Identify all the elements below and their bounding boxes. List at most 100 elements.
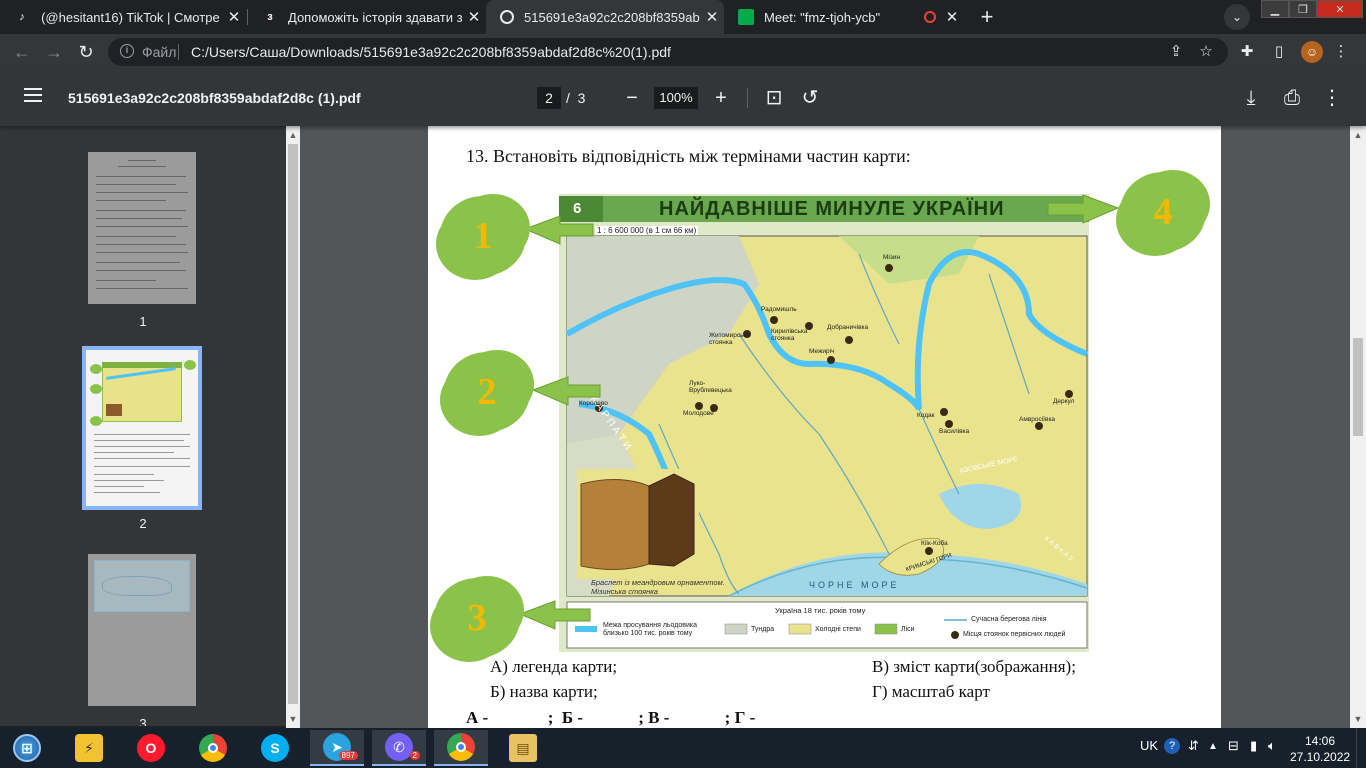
reload-button[interactable]: ↻ (74, 40, 98, 64)
option-v: В) зміст карти(зображання); (872, 657, 1076, 676)
tab-tiktok[interactable]: ♪ (@hesitant16) TikTok | Смотре ✕ (0, 0, 246, 34)
callout-cloud-2: 2 (444, 352, 530, 432)
taskbar-opera[interactable]: O (124, 730, 178, 766)
language-indicator[interactable]: UK (1140, 738, 1158, 753)
taskbar-hamster[interactable]: ⚡ (62, 730, 116, 766)
taskbar-skype[interactable]: S (248, 730, 302, 766)
new-tab-button[interactable]: + (973, 4, 1001, 30)
taskbar-explorer[interactable]: ▤ (496, 730, 550, 766)
thumbnail-label-2: 2 (139, 516, 147, 531)
question-title: 13. Встановіть відповідність між терміна… (466, 146, 911, 166)
close-window-button[interactable]: ✕ (1317, 0, 1363, 18)
back-button[interactable]: ← (10, 40, 34, 64)
taskbar-chrome-active[interactable] (434, 730, 488, 766)
answer-line: А - ; Б - ; В - ; Г - (466, 708, 756, 727)
close-icon[interactable]: ✕ (462, 8, 486, 26)
scroll-up-icon[interactable]: ▲ (1350, 128, 1366, 142)
file-explorer-icon: ▤ (509, 734, 537, 762)
side-panel-icon[interactable]: ▯ (1269, 42, 1289, 62)
viber-badge: 2 (409, 751, 420, 760)
close-icon[interactable]: ✕ (222, 8, 246, 26)
tab-meet[interactable]: Meet: "fmz-tjoh-ycb" ✕ (724, 0, 964, 34)
tiktok-icon: ♪ (19, 11, 25, 23)
thumbnail-sidebar: 1 2 3 (0, 126, 286, 726)
display-icon[interactable]: ⇵ (1188, 738, 1199, 754)
windows-taskbar: ⊞ ⚡ O S ➤ 897 ✆ 2 ▤ UK ? ⇵ ▲ ⊟ ▮ 🔈︎ 14:0… (0, 728, 1366, 768)
browser-toolbar: ← → ↻ i Файл C:/Users/Саша/Downloads/515… (0, 34, 1366, 70)
close-icon[interactable]: ✕ (700, 8, 724, 26)
address-url[interactable]: C:/Users/Саша/Downloads/515691e3a92c2c20… (191, 44, 671, 60)
meet-icon (738, 9, 754, 25)
maximize-button[interactable]: ❐ (1289, 0, 1317, 18)
fit-page-icon[interactable]: ⊡ (762, 86, 786, 110)
callout-number: 3 (467, 597, 487, 639)
sidebar-menu-icon[interactable] (24, 88, 42, 108)
menu-icon[interactable]: ⋮ (1331, 42, 1351, 62)
skype-icon: S (261, 734, 289, 762)
print-icon[interactable]: ⎙ (1280, 86, 1304, 110)
tab-strip: ♪ (@hesitant16) TikTok | Смотре ✕ з Допо… (0, 0, 1366, 34)
tab-search-button[interactable]: ⌄ (1224, 4, 1250, 30)
start-button[interactable]: ⊞ (0, 730, 54, 766)
thumbnail-page-3[interactable] (88, 554, 196, 706)
rotate-icon[interactable]: ↺ (798, 86, 822, 110)
callout-cloud-4: 4 (1120, 172, 1206, 252)
forward-button[interactable]: → (42, 40, 66, 64)
pdf-viewport: 13. Встановіть відповідність між терміна… (300, 126, 1350, 728)
option-a: А) легенда карти; (490, 657, 618, 676)
page-number-input[interactable]: 2 (537, 87, 561, 109)
minimize-button[interactable]: ▁ (1261, 0, 1289, 18)
taskbar-viber[interactable]: ✆ 2 (372, 730, 426, 766)
viber-icon: ✆ (385, 733, 413, 761)
scroll-up-icon[interactable]: ▲ (286, 128, 300, 142)
scroll-down-icon[interactable]: ▼ (1350, 712, 1366, 726)
address-bar[interactable]: i Файл C:/Users/Саша/Downloads/515691e3a… (108, 38, 1228, 66)
callout-number: 4 (1153, 191, 1173, 233)
thumbnail-page-2[interactable] (82, 346, 202, 510)
tab-title: (@hesitant16) TikTok | Смотре (40, 9, 220, 25)
network-icon[interactable]: ⊟ (1228, 738, 1239, 754)
sidebar-scrollbar[interactable]: ▲ ▼ (286, 126, 300, 728)
recording-icon (924, 11, 936, 23)
close-icon[interactable]: ✕ (940, 8, 964, 26)
tab-title: Допоможіть історія здавати за (288, 9, 462, 25)
pdf-page: 13. Встановіть відповідність між терміна… (428, 126, 1221, 728)
share-icon[interactable]: ⇪ (1166, 42, 1186, 62)
more-actions-icon[interactable]: ⋮ (1320, 86, 1344, 110)
show-desktop-button[interactable] (1356, 728, 1366, 768)
address-scheme: Файл (142, 44, 177, 60)
show-hidden-icons[interactable]: ▲ (1208, 741, 1218, 752)
callout-number: 1 (473, 215, 493, 257)
pdf-toolbar: 515691e3a92c2c208bf8359abdaf2d8c (1).pdf… (0, 70, 1366, 126)
scroll-down-icon[interactable]: ▼ (286, 712, 300, 726)
tab-title: Meet: "fmz-tjoh-ycb" (764, 9, 881, 25)
zoom-in-button[interactable]: + (709, 86, 733, 110)
znanija-icon: з (267, 11, 273, 23)
zoom-level-input[interactable]: 100% (654, 87, 698, 109)
system-clock[interactable]: 14:06 27.10.2022 (1290, 733, 1350, 765)
profile-avatar[interactable]: ☺ (1301, 41, 1323, 63)
extensions-icon[interactable]: ✚ (1237, 42, 1257, 62)
callout-number: 2 (477, 371, 497, 413)
chrome-file-icon (500, 10, 514, 24)
page-scrollbar[interactable]: ▲ ▼ (1350, 126, 1366, 728)
taskbar-telegram[interactable]: ➤ 897 (310, 730, 364, 766)
thumbnail-page-1[interactable] (88, 152, 196, 304)
power-icon[interactable]: ▮ (1250, 738, 1257, 754)
chrome-icon (199, 734, 227, 762)
callout-cloud-1: 1 (440, 196, 526, 276)
telegram-badge: 897 (338, 751, 358, 760)
volume-icon[interactable]: 🔈︎ (1268, 738, 1276, 754)
taskbar-chrome[interactable] (186, 730, 240, 766)
clock-date: 27.10.2022 (1290, 750, 1351, 764)
opera-icon: O (137, 734, 165, 762)
info-icon[interactable]: i (120, 44, 134, 58)
help-icon[interactable]: ? (1164, 738, 1180, 754)
bookmark-star-icon[interactable]: ☆ (1196, 42, 1216, 62)
tab-znanija[interactable]: з Допоможіть історія здавати за ✕ (248, 0, 486, 34)
zoom-out-button[interactable]: − (620, 86, 644, 110)
download-icon[interactable]: ⤓ (1239, 86, 1263, 110)
tab-pdf[interactable]: 515691e3a92c2c208bf8359abdaf ✕ (486, 0, 724, 34)
thumbnail-label-3: 3 (139, 716, 147, 726)
thumbnail-label-1: 1 (139, 314, 147, 329)
